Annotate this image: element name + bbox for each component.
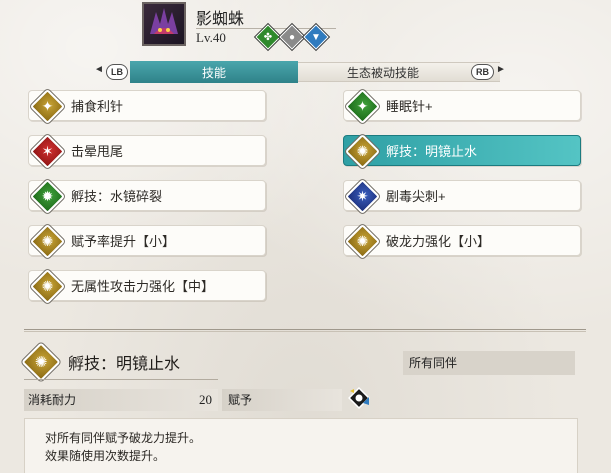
description-line-1: 对所有同伴赋予破龙力提升。 [45,431,202,445]
skill-glyph-icon: ✺ [356,233,369,249]
skill-glyph-icon: ✷ [356,188,369,204]
skill-label: 无属性攻击力强化【中】 [71,279,215,294]
grant-label: 赋予 [228,393,253,407]
stamina-cost-label: 消耗耐力 [28,393,77,407]
skill-card[interactable]: ✺ 赋予率提升【小】 [28,223,266,260]
skill-glyph-icon: ✺ [41,233,54,249]
skill-card[interactable]: ✺ 无属性攻击力强化【中】 [28,268,266,305]
section-divider [24,327,586,333]
skill-card-selected[interactable]: ✺ 孵技：明镜止水 [343,133,581,170]
tab-eco-passive-skills[interactable]: 生态被动技能 [298,62,468,82]
skill-card[interactable]: ✦ 睡眠针+ [343,88,581,125]
skill-glyph-icon: ✺ [41,278,54,294]
skill-glyph-icon: ✦ [41,98,54,114]
skill-glyph-icon: ✦ [356,98,369,114]
skill-label: 孵技：水镜碎裂 [71,189,163,204]
divider-line [24,329,586,330]
tab-left-arrow-icon[interactable]: ◄ [94,64,104,75]
description-panel: 对所有同伴赋予破龙力提升。 效果随使用次数提升。 [24,418,578,473]
stamina-cost-row: 消耗耐力 20 [24,389,218,411]
stamina-cost-value: 20 [199,392,212,407]
skill-label: 赋予率提升【小】 [71,234,176,249]
monster-portrait [142,2,186,46]
detail-title-underline [24,379,218,380]
skill-card[interactable]: ✶ 击晕甩尾 [28,133,266,170]
leaf-element-glyph: ✤ [263,31,273,43]
detail-skill-glyph-icon: ✺ [34,354,48,371]
rb-button[interactable]: RB [471,64,494,80]
monster-name: 影蜘蛛 [196,9,245,28]
skill-label: 睡眠针+ [386,99,433,114]
skill-label: 破龙力强化【小】 [386,234,491,249]
tab-skills[interactable]: 技能 [130,61,298,83]
lb-button[interactable]: LB [106,64,128,80]
skill-glyph-icon: ✺ [356,143,369,159]
rock-element-glyph: ● [288,31,296,43]
description-line-2: 效果随使用次数提升。 [45,449,166,463]
skill-label: 剧毒尖刺+ [386,189,446,204]
skill-glyph-icon: ✶ [41,143,54,159]
skill-card[interactable]: ✹ 孵技：水镜碎裂 [28,178,266,215]
divider-line-secondary [24,331,586,332]
skill-label: 捕食利针 [71,99,124,114]
skill-card[interactable]: ✦ 捕食利针 [28,88,266,125]
grant-row: 赋予 [222,389,342,411]
detail-skill-title: 孵技：明镜止水 [68,356,181,373]
skill-card[interactable]: ✺ 破龙力强化【小】 [343,223,581,260]
water-element-glyph: ▼ [311,31,321,43]
tab-right-arrow-icon[interactable]: ► [496,64,506,75]
skill-label: 击晕甩尾 [71,144,124,159]
target-label: 所有同伴 [403,351,575,375]
skill-label: 孵技：明镜止水 [386,144,478,159]
skill-glyph-icon: ✹ [41,188,54,204]
dragon-power-buff-icon [348,387,370,409]
monster-level: Lv.40 [196,30,226,45]
skill-card[interactable]: ✷ 剧毒尖刺+ [343,178,581,215]
